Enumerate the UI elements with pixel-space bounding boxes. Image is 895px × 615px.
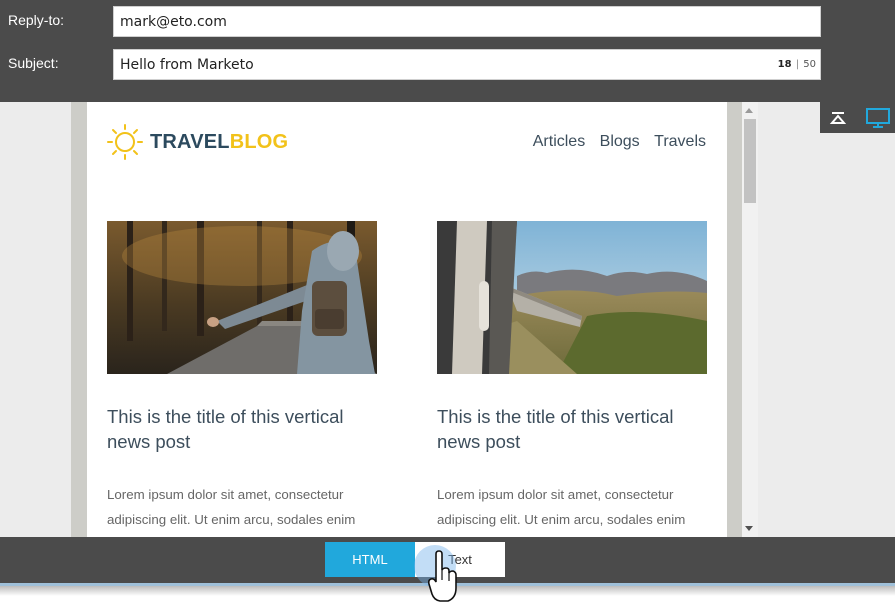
post-body: Lorem ipsum dolor sit amet, consectetur … — [107, 487, 356, 527]
subject-char-counter: 18 | 50 — [778, 59, 816, 70]
email-preview: TRAVELBLOG Articles Blogs Travels This i… — [87, 102, 727, 537]
subject-char-limit: 50 — [803, 59, 816, 70]
nav-link-blogs[interactable]: Blogs — [600, 133, 640, 150]
email-settings-header: Reply-to: mark@eto.com Subject: Hello fr… — [0, 0, 895, 102]
preview-scrollbar[interactable] — [742, 102, 758, 537]
sun-icon — [107, 124, 143, 160]
reply-to-field[interactable]: mark@eto.com — [113, 6, 821, 37]
email-nav: Articles Blogs Travels — [523, 133, 706, 151]
preview-device-toolbar — [820, 102, 895, 133]
scroll-thumb[interactable] — [744, 119, 756, 203]
post-body: Lorem ipsum dolor sit amet, consectetur … — [437, 487, 686, 527]
travelblog-logo: TRAVELBLOG — [107, 122, 297, 162]
html-view-button[interactable]: HTML — [325, 542, 415, 577]
post-title: This is the title of this vertical news … — [437, 406, 674, 452]
train-photo — [437, 221, 707, 374]
hitchhiker-photo — [107, 221, 377, 374]
hand-cursor-icon — [428, 550, 457, 602]
nav-link-articles[interactable]: Articles — [533, 133, 585, 150]
logo-wordmark: TRAVELBLOG — [150, 131, 288, 154]
subject-char-count: 18 — [777, 59, 792, 70]
scroll-up-arrow-icon[interactable] — [745, 108, 753, 113]
news-post: This is the title of this vertical news … — [437, 221, 707, 532]
scroll-down-arrow-icon[interactable] — [745, 526, 753, 531]
reply-to-label: Reply-to: — [8, 12, 65, 28]
scroll-to-top-icon[interactable] — [826, 106, 850, 130]
desktop-icon[interactable] — [864, 106, 892, 130]
nav-link-travels[interactable]: Travels — [654, 133, 706, 150]
reply-to-value: mark@eto.com — [120, 14, 227, 30]
logo-word-blog: BLOG — [229, 131, 289, 153]
subject-field[interactable]: Hello from Marketo 18 | 50 — [113, 49, 821, 80]
subject-value: Hello from Marketo — [120, 57, 254, 73]
news-post: This is the title of this vertical news … — [107, 221, 377, 532]
counter-separator: | — [792, 59, 803, 70]
logo-word-travel: TRAVEL — [150, 131, 230, 153]
subject-label: Subject: — [8, 55, 59, 71]
post-title: This is the title of this vertical news … — [107, 406, 344, 452]
